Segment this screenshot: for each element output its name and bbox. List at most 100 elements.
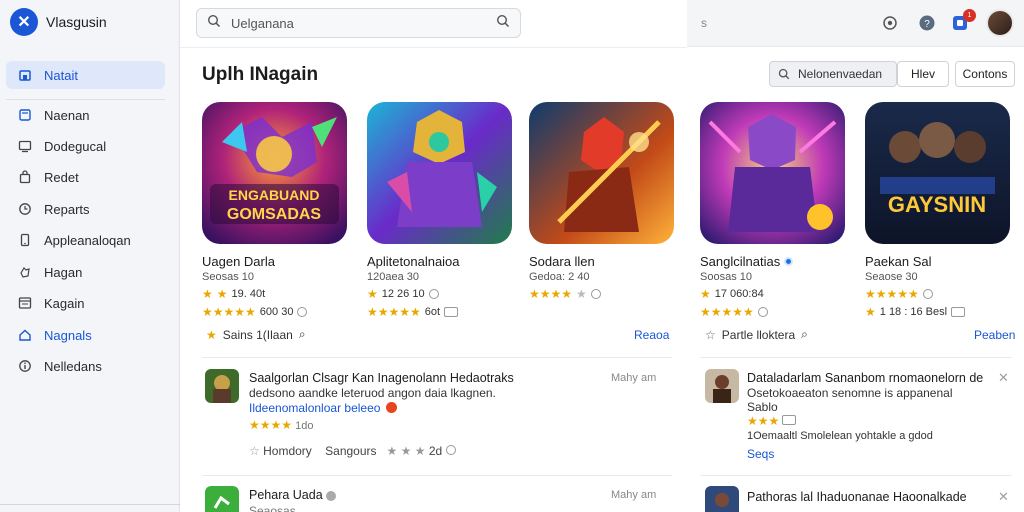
app-card[interactable]: GAYSNIN Paekan Sal Seaose 30 ★★★★★ ★ 1 18… (865, 102, 1015, 319)
notification-badge: 1 (963, 9, 976, 22)
info-icon (428, 289, 439, 299)
app-subtitle: Soosas 10 (700, 271, 752, 283)
screen-icon (444, 307, 459, 317)
clock-icon (18, 202, 32, 216)
list-thumb (705, 486, 739, 512)
sidebar-item-hagan[interactable]: Hagan (6, 258, 165, 286)
app-subtitle: 120aea 30 (367, 271, 419, 283)
main-panel: Uplh INagain ENGABUAND GOMSADAS Uagen Da… (180, 0, 687, 512)
app-icon[interactable]: ENGABUAND GOMSADAS (202, 102, 347, 244)
app-rating: ★ 17 060:84 (700, 287, 764, 301)
notifications-icon[interactable]: 1 (950, 9, 976, 33)
sidebar-item-nelledans[interactable]: Nelledans (6, 352, 165, 380)
sidebar-item-appleanaloqan[interactable]: Appleanaloqan (6, 226, 165, 254)
window-icon (18, 296, 32, 310)
app-icon[interactable] (700, 102, 845, 244)
list-item-title: Pathoras lal Ihaduonanae Haoonalkade (747, 490, 967, 504)
sidebar-item-reparts[interactable]: Reparts (6, 195, 165, 223)
contons-button[interactable]: Contons (955, 61, 1015, 87)
card-footer: ☆ Partle lloktera ⌕ (705, 327, 808, 342)
search-icon (207, 14, 221, 33)
top-bar: s ? 1 (687, 0, 1024, 47)
list-item-time: Mahy am (611, 489, 657, 501)
list-thumb (705, 369, 739, 403)
screen-icon (951, 307, 966, 317)
search-input[interactable] (231, 15, 486, 31)
list-item-desc-2: Sablo (747, 400, 778, 414)
star-outline-icon: ☆ (249, 444, 260, 458)
right-panel: s ? 1 Nelonenvaedan Hlev Contons Sanglci… (687, 0, 1024, 512)
app-stars: ★★★★★ (529, 287, 679, 301)
app-icon[interactable] (529, 102, 674, 244)
link-icon[interactable]: ⌕ (801, 327, 808, 342)
sidebar-item-redet[interactable]: Redet (6, 163, 165, 191)
filter-input[interactable]: Nelonenvaedan (769, 61, 897, 87)
more-link[interactable]: Reaoa (634, 328, 669, 342)
info-icon (757, 307, 768, 317)
search-submit-icon[interactable] (496, 14, 510, 33)
info-icon (445, 445, 456, 455)
sidebar-item-label: Nagnals (44, 327, 92, 343)
brand-logo-icon: ✕ (10, 8, 38, 36)
app-name: Uagen Darla (202, 254, 275, 269)
app-card[interactable]: Sodara llen Gedoa: 2 40 ★★★★ ★ (529, 102, 679, 301)
sidebar: ✕ Vlasgusin Natait Naenan Dodegucal Rede… (0, 0, 180, 512)
info-icon (297, 307, 308, 317)
app-name: Paekan Sal (865, 254, 932, 269)
document-icon (18, 108, 32, 122)
more-link[interactable]: Peaben (974, 328, 1015, 342)
sidebar-item-naenan[interactable]: Naenan (6, 101, 165, 129)
card-footer: ★ Sains 1(Ilaan ⌕ (206, 327, 306, 342)
app-icon[interactable]: GAYSNIN (865, 102, 1010, 244)
close-icon[interactable]: ✕ (998, 370, 1009, 386)
sidebar-item-label: Dodegucal (44, 138, 107, 154)
link-icon[interactable]: ⌕ (299, 327, 306, 342)
hand-icon (18, 265, 32, 279)
list-item-title: Saalgorlan Clsagr Kan Inagenolann Hedaot… (249, 371, 514, 385)
verified-icon (326, 490, 337, 501)
sidebar-item-dodegucal[interactable]: Dodegucal (6, 132, 165, 160)
sidebar-item-label: Natait (44, 67, 78, 83)
app-stars: ★★★★★ 600 30 (202, 305, 352, 319)
app-stars: ★★★★★ (865, 287, 1015, 301)
app-icon-title-line2: GOMSADAS (227, 206, 322, 223)
star-outline-icon: ☆ (705, 327, 716, 342)
star-icon: ★ (206, 327, 217, 342)
list-item-link[interactable]: Ildeenomalonloar beleeo (249, 401, 380, 415)
sidebar-item-kagain[interactable]: Kagain (6, 289, 165, 317)
sidebar-item-label: Nelledans (44, 358, 102, 374)
settings-icon[interactable] (880, 13, 900, 33)
app-icon-title-line1: ENGABUAND (229, 187, 320, 203)
verified-icon (784, 257, 794, 266)
sidebar-item-nagnals[interactable]: Nagnals (6, 321, 165, 349)
page-title: Uplh INagain (202, 64, 319, 85)
app-name: Aplitetonalnaioa (367, 254, 460, 269)
app-card[interactable]: Aplitetonalnaioa 120aea 30 ★ 12 26 10 ★★★… (367, 102, 517, 319)
badge-icon (386, 402, 397, 413)
list-item-title: Pehara Uada (249, 488, 337, 502)
app-rating: ★ 1 18 : 16 Besl (865, 305, 1015, 319)
help-icon[interactable]: ? (917, 13, 937, 33)
app-card[interactable]: ENGABUAND GOMSADAS Uagen Darla Seosas 10… (202, 102, 352, 319)
list-thumb (205, 486, 239, 512)
app-icon[interactable] (367, 102, 512, 244)
sidebar-item-natait[interactable]: Natait (6, 61, 165, 89)
search-box[interactable] (196, 8, 521, 38)
screen-icon (782, 415, 797, 425)
app-subtitle: Seaose 30 (865, 271, 918, 283)
close-icon[interactable]: ✕ (998, 489, 1009, 505)
monitor-icon (18, 139, 32, 153)
info-icon (922, 289, 933, 299)
sidebar-item-label: Redet (44, 169, 79, 185)
list-item-desc: Seaosas (249, 504, 296, 512)
list-item-link[interactable]: Seqs (747, 447, 774, 461)
top-search-hint: s (701, 16, 707, 30)
phone-icon (18, 233, 32, 247)
app-card[interactable]: Sanglcilnatias Soosas 10 ★ 17 060:84 ★★★★… (700, 102, 850, 319)
filter-button[interactable]: Hlev (897, 61, 949, 87)
section-divider (700, 357, 1012, 358)
brand-name: Vlasgusin (46, 14, 107, 30)
avatar[interactable] (986, 9, 1014, 37)
list-thumb (205, 369, 239, 403)
brand[interactable]: ✕ Vlasgusin (10, 8, 107, 36)
